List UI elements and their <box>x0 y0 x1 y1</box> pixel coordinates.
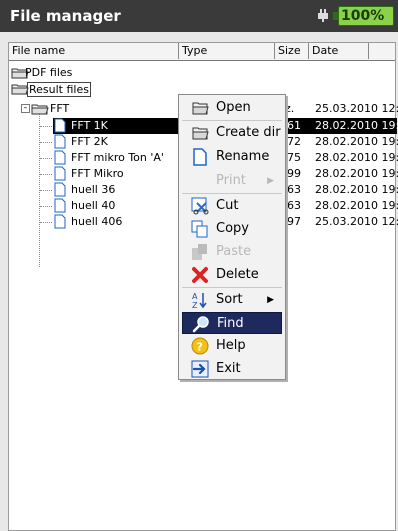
scissors-icon <box>191 197 209 215</box>
tree-label: PDF files <box>25 66 73 79</box>
exit-arrow-icon <box>191 360 209 378</box>
tree-connector <box>40 174 52 175</box>
folder-open-icon <box>192 102 209 115</box>
battery-tip <box>333 12 338 20</box>
file-name: huell 40 <box>71 199 116 212</box>
menu-item-cut[interactable]: Cut <box>182 195 282 217</box>
battery-percent: 100% <box>341 8 385 24</box>
file-icon <box>54 118 66 133</box>
tree-label: Result files <box>27 82 91 97</box>
submenu-arrow-icon: ▶ <box>267 295 274 305</box>
submenu-arrow-icon: ▶ <box>267 176 274 186</box>
file-date: 28.02.2010 19: <box>315 119 398 132</box>
sort-icon: AZ <box>192 292 207 309</box>
svg-text:A: A <box>192 292 198 301</box>
file-size: 97 <box>287 215 301 228</box>
menu-item-find[interactable]: Find <box>182 312 282 334</box>
file-icon <box>54 134 66 149</box>
svg-text:?: ? <box>197 341 203 354</box>
delete-x-icon <box>192 267 208 283</box>
file-size: 61 <box>287 119 301 132</box>
file-size: 72 <box>287 135 301 148</box>
menu-separator <box>182 287 282 288</box>
file-date: 25.03.2010 12:4 <box>315 102 398 115</box>
folder-icon <box>192 127 209 140</box>
file-icon <box>54 214 66 229</box>
tree-connector <box>40 142 52 143</box>
file-name: FFT 1K <box>71 119 108 132</box>
copy-icon <box>191 220 208 238</box>
file-date: 25.03.2010 12:4 <box>315 215 398 228</box>
file-icon <box>193 148 207 166</box>
file-name: FFT Mikro <box>71 167 124 180</box>
file-size: z. <box>285 102 295 115</box>
help-icon: ? <box>191 337 209 355</box>
menu-item-print[interactable]: Print ▶ <box>182 170 282 192</box>
file-icon <box>54 150 66 165</box>
menu-item-open[interactable]: Open <box>182 97 282 119</box>
file-size: 75 <box>287 151 301 164</box>
menu-item-rename[interactable]: Rename <box>182 146 282 168</box>
menu-item-sort[interactable]: AZ Sort ▶ <box>182 289 282 311</box>
file-date: 28.02.2010 19: <box>315 199 398 212</box>
tree-node-pdf-files[interactable]: PDF files <box>11 65 161 81</box>
menu-item-paste[interactable]: Paste <box>182 241 282 263</box>
file-name: huell 36 <box>71 183 116 196</box>
power-plug-icon <box>318 9 328 22</box>
column-header: File name Type Size Date <box>9 43 395 61</box>
file-date: 28.02.2010 19: <box>315 167 398 180</box>
tree-connector <box>40 190 52 191</box>
file-date: 28.02.2010 19: <box>315 151 398 164</box>
battery-indicator: 100% <box>333 6 394 26</box>
tree-connector <box>40 126 52 127</box>
file-name: huell 406 <box>71 215 123 228</box>
menu-item-exit[interactable]: Exit <box>182 358 282 380</box>
file-date: 28.02.2010 19: <box>315 183 398 196</box>
tree-connector <box>40 222 52 223</box>
menu-item-help[interactable]: ? Help <box>182 335 282 357</box>
file-size: 63 <box>287 183 301 196</box>
file-icon <box>54 198 66 213</box>
tree-label: FFT <box>50 102 70 115</box>
file-date: 28.02.2010 19: <box>315 135 398 148</box>
column-date[interactable]: Date <box>309 43 369 59</box>
paste-icon <box>192 244 207 260</box>
column-file-name[interactable]: File name <box>9 43 179 59</box>
file-icon <box>54 166 66 181</box>
collapse-toggle-icon[interactable]: - <box>21 104 30 113</box>
title-bar: File manager 100% <box>0 0 398 32</box>
menu-separator <box>182 120 282 121</box>
menu-item-delete[interactable]: Delete <box>182 264 282 286</box>
folder-icon <box>31 104 49 115</box>
column-size[interactable]: Size <box>275 43 309 59</box>
file-icon <box>54 182 66 197</box>
menu-item-copy[interactable]: Copy <box>182 218 282 240</box>
file-size: 63 <box>287 199 301 212</box>
file-size: 99 <box>287 167 301 180</box>
file-name: FFT mikro Ton 'A' <box>71 151 164 164</box>
menu-separator <box>182 193 282 194</box>
tree-node-result-files[interactable]: Result files <box>11 81 161 97</box>
file-name: FFT 2K <box>71 135 108 148</box>
tree-connector <box>40 206 52 207</box>
window-title: File manager <box>10 7 121 25</box>
svg-text:Z: Z <box>192 301 198 309</box>
menu-item-create-dir[interactable]: Create dir <box>182 122 282 144</box>
context-menu: Open Create dir Rename Print ▶ Cut Copy … <box>178 94 286 380</box>
column-type[interactable]: Type <box>179 43 275 59</box>
tree-connector <box>40 158 52 159</box>
magnifier-icon <box>192 316 209 333</box>
